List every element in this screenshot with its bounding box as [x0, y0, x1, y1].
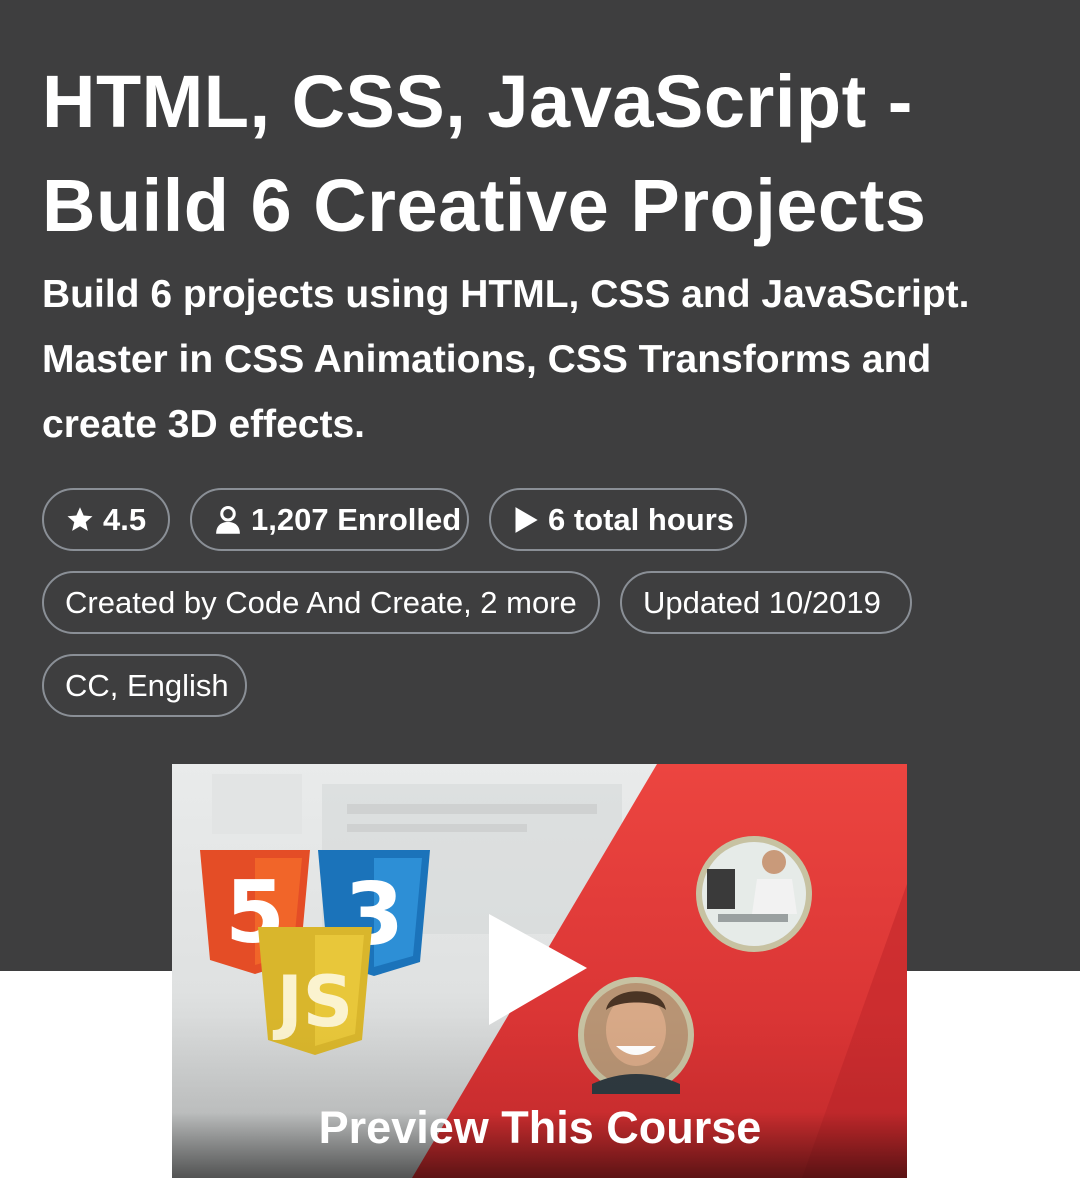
- created-by-chip[interactable]: Created by Code And Create, 2 more: [42, 571, 600, 634]
- rating-chip[interactable]: 4.5: [42, 488, 170, 551]
- hours-chip[interactable]: 6 total hours: [489, 488, 747, 551]
- updated-chip[interactable]: Updated 10/2019: [620, 571, 912, 634]
- course-preview-thumbnail[interactable]: 5 3 JS: [172, 764, 907, 1178]
- enrolled-chip[interactable]: 1,207 Enrolled: [190, 488, 469, 551]
- updated-text: Updated 10/2019: [643, 584, 881, 620]
- captions-chip[interactable]: CC, English: [42, 654, 247, 717]
- star-icon: [67, 506, 93, 531]
- enrolled-count: 1,207 Enrolled: [251, 501, 462, 537]
- user-icon: [216, 505, 240, 534]
- preview-artwork: 5 3 JS: [172, 764, 907, 1178]
- rating-value: 4.5: [103, 501, 147, 537]
- captions-text: CC, English: [65, 667, 229, 703]
- course-title: HTML, CSS, JavaScript - Build 6 Creative…: [42, 60, 927, 247]
- play-icon: [515, 506, 538, 533]
- created-by-text: Created by Code And Create, 2 more: [65, 584, 577, 620]
- instructor-avatar: [696, 836, 812, 952]
- total-hours: 6 total hours: [548, 501, 735, 537]
- course-subtitle: Build 6 projects using HTML, CSS and Jav…: [42, 273, 970, 446]
